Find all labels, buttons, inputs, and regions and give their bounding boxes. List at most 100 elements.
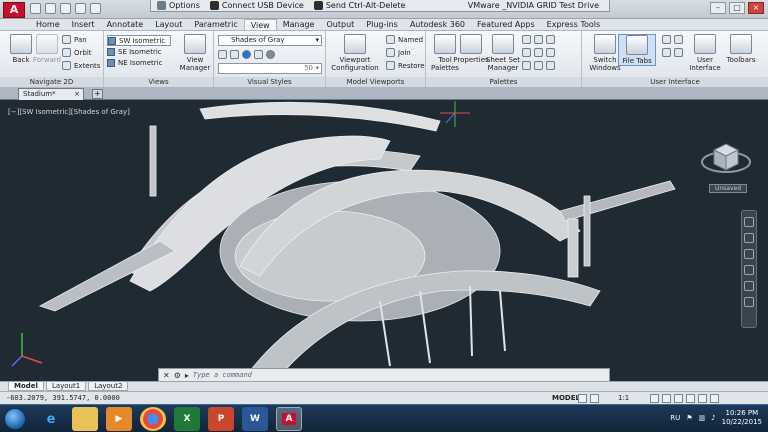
layout-tab-layout2[interactable]: Layout2 (88, 382, 129, 391)
snap-icon[interactable] (590, 394, 599, 403)
layer-icon[interactable] (546, 35, 555, 44)
view-item-sw-isometric[interactable]: SW Isometric (107, 35, 171, 46)
status-bar-icon[interactable] (674, 35, 683, 44)
material-icon[interactable] (242, 50, 251, 59)
file-tab-stadium[interactable]: Stadium* × (18, 88, 84, 100)
content-icon[interactable] (546, 48, 555, 57)
viewport-controls-label[interactable]: [−][SW Isometric][Shades of Gray] (8, 108, 130, 116)
command-line-icon[interactable] (662, 48, 671, 57)
file-tabs-button[interactable]: File Tabs (618, 34, 656, 66)
lighting-icon[interactable] (254, 50, 263, 59)
tab-output[interactable]: Output (320, 19, 360, 30)
layout-tab-icon[interactable] (662, 35, 671, 44)
workspace-icon[interactable] (650, 394, 659, 403)
lock-icon[interactable] (662, 394, 671, 403)
chrome-icon[interactable] (140, 407, 166, 431)
vm-options-menu[interactable]: Options (157, 1, 200, 10)
visual-style-dropdown[interactable]: Shades of Gray (218, 35, 322, 46)
calculator-icon[interactable] (522, 48, 531, 57)
named-viewports-button[interactable]: Named (386, 35, 423, 44)
viewport-configuration-button[interactable]: Viewport Configuration (330, 34, 380, 72)
showmotion-icon[interactable] (744, 281, 754, 291)
lights-icon[interactable] (534, 61, 543, 70)
tab-home[interactable]: Home (30, 19, 66, 30)
tab-layout[interactable]: Layout (149, 19, 188, 30)
powerpoint-icon[interactable]: P (208, 407, 234, 431)
close-button[interactable]: × (748, 2, 764, 14)
view-item-se-isometric[interactable]: SE Isometric (107, 46, 171, 57)
customization-icon[interactable] (710, 394, 719, 403)
tab-parametric[interactable]: Parametric (188, 19, 243, 30)
close-tab-icon[interactable]: × (74, 89, 80, 100)
clock[interactable]: 10:26 PM 10/22/2015 (722, 409, 762, 427)
grid-icon[interactable] (578, 394, 587, 403)
word-icon[interactable]: W (242, 407, 268, 431)
xray-opacity-slider[interactable]: 50 (218, 63, 322, 74)
autocad-logo-icon[interactable]: A (3, 2, 25, 18)
view-icon[interactable] (744, 297, 754, 307)
new-icon[interactable] (30, 3, 41, 14)
user-interface-button[interactable]: User Interface (686, 34, 724, 72)
command-input[interactable]: Type a command (193, 371, 609, 379)
pan-button[interactable]: Pan (62, 35, 87, 44)
shadow-icon[interactable] (218, 50, 227, 59)
recent-commands-icon[interactable]: ▸ (185, 371, 189, 380)
undo-icon[interactable] (75, 3, 86, 14)
join-viewports-button[interactable]: Join (386, 48, 411, 57)
explorer-icon[interactable] (72, 407, 98, 431)
navigation-bar-icon[interactable] (674, 48, 683, 57)
tab-featured-apps[interactable]: Featured Apps (471, 19, 541, 30)
forward-button[interactable]: Forward (28, 34, 66, 64)
zoom-icon[interactable] (744, 249, 754, 259)
tab-plug-ins[interactable]: Plug-ins (360, 19, 404, 30)
vm-send-cad[interactable]: Send Ctrl-Alt-Delete (313, 1, 405, 10)
media-player-icon[interactable]: ▶ (106, 407, 132, 431)
maximize-button[interactable]: □ (729, 2, 745, 14)
layout-tab-layout1[interactable]: Layout1 (45, 382, 87, 391)
save-icon[interactable] (60, 3, 71, 14)
vm-connect-usb[interactable]: Connect USB Device (209, 1, 304, 10)
annotation-scale[interactable]: 1:1 (618, 394, 629, 402)
volume-icon[interactable]: ♪ (711, 414, 715, 422)
orbit-nav-icon[interactable] (744, 265, 754, 275)
open-icon[interactable] (45, 3, 56, 14)
drawing-canvas[interactable]: [−][SW Isometric][Shades of Gray] Unsave… (0, 101, 768, 380)
tab-express-tools[interactable]: Express Tools (541, 19, 607, 30)
sphere-icon[interactable] (266, 50, 275, 59)
network-icon[interactable]: ▥ (699, 414, 706, 422)
excel-icon[interactable]: X (174, 407, 200, 431)
design-center-icon[interactable] (522, 35, 531, 44)
pan-icon[interactable] (744, 233, 754, 243)
hardware-acceleration-icon[interactable] (686, 394, 695, 403)
flag-icon[interactable]: ⚑ (686, 414, 692, 422)
materials-browser-icon[interactable] (522, 61, 531, 70)
orbit-button[interactable]: Orbit (62, 48, 92, 57)
autocad-icon[interactable]: A (276, 407, 302, 431)
view-manager-button[interactable]: View Manager (176, 34, 214, 72)
block-icon[interactable] (546, 61, 555, 70)
redo-icon[interactable] (90, 3, 101, 14)
view-item-ne-isometric[interactable]: NE Isometric (107, 57, 171, 68)
markup-icon[interactable] (534, 35, 543, 44)
isolate-icon[interactable] (674, 394, 683, 403)
tab-autodesk-360[interactable]: Autodesk 360 (404, 19, 471, 30)
tab-annotate[interactable]: Annotate (101, 19, 150, 30)
start-button-icon[interactable] (4, 408, 26, 430)
restore-viewports-button[interactable]: Restore (386, 61, 425, 70)
close-command-icon[interactable]: ✕ (163, 371, 170, 380)
ie-icon[interactable]: e (38, 407, 64, 431)
tab-manage[interactable]: Manage (277, 19, 321, 30)
sheet-set-manager-button[interactable]: Sheet Set Manager (484, 34, 522, 72)
steering-wheel-icon[interactable] (744, 217, 754, 227)
external-references-icon[interactable] (534, 48, 543, 57)
tab-insert[interactable]: Insert (66, 19, 101, 30)
edges-icon[interactable] (230, 50, 239, 59)
model-space-button[interactable]: MODEL (552, 394, 580, 402)
new-tab-button[interactable]: + (92, 89, 103, 99)
clean-screen-icon[interactable] (698, 394, 707, 403)
customize-command-icon[interactable]: ⚙ (174, 371, 181, 380)
minimize-button[interactable]: – (710, 2, 726, 14)
language-indicator[interactable]: RU (670, 414, 680, 422)
tab-view[interactable]: View (243, 19, 277, 30)
viewcube-icon[interactable] (700, 132, 752, 180)
